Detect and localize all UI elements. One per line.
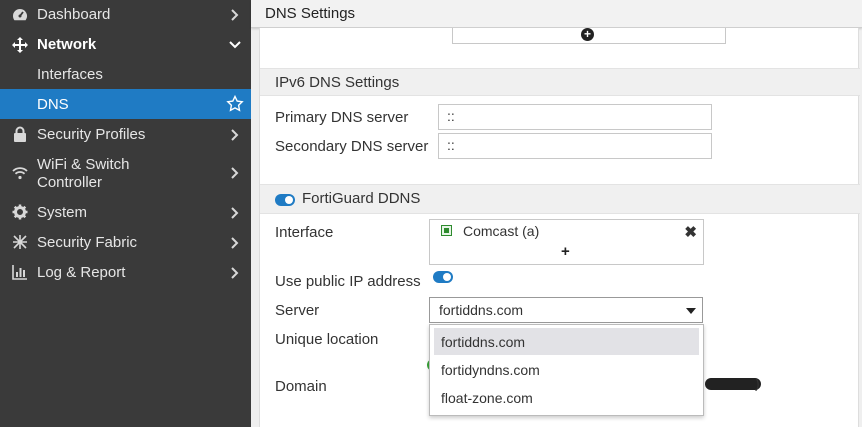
primary-dns-label: Primary DNS server: [275, 109, 409, 126]
chevron-right-icon: [231, 207, 239, 219]
lock-icon: [11, 125, 29, 143]
chart-icon: [11, 263, 29, 281]
sidebar-item-label: Dashboard: [37, 6, 111, 23]
sidebar-item-label: Security Profiles: [37, 126, 146, 143]
secondary-dns-input[interactable]: ::: [438, 133, 712, 159]
primary-dns-input[interactable]: ::: [438, 104, 712, 130]
add-interface-icon[interactable]: +: [561, 243, 570, 260]
remove-interface-icon[interactable]: ✖: [684, 223, 697, 241]
sidebar: Dashboard Network Interfaces DNS Securit…: [0, 0, 251, 427]
sidebar-item-label: System: [37, 204, 88, 221]
server-selected-value: fortiddns.com: [439, 302, 524, 318]
gear-icon: [11, 203, 29, 221]
wifi-icon: [11, 164, 29, 182]
page-title: DNS Settings: [265, 5, 356, 22]
network-icon: [11, 36, 29, 54]
section-title: FortiGuard DDNS: [302, 190, 421, 207]
unique-location-label: Unique location: [275, 331, 379, 348]
use-public-ip-label: Use public IP address: [275, 273, 421, 290]
interface-name: Comcast (a): [463, 223, 540, 239]
settings-panel: + IPv6 DNS Settings Primary DNS server :…: [259, 28, 860, 427]
chevron-right-icon: [231, 267, 239, 279]
sidebar-item-dashboard[interactable]: Dashboard: [0, 0, 251, 29]
sidebar-item-label: DNS: [37, 96, 69, 113]
use-public-ip-toggle[interactable]: [433, 271, 453, 283]
dns-list-box: +: [452, 28, 726, 44]
sidebar-item-dns[interactable]: DNS: [0, 89, 251, 119]
chevron-down-icon: [229, 41, 241, 49]
domain-suffix: ): [755, 375, 760, 391]
chevron-right-icon: [231, 237, 239, 249]
server-dropdown: fortiddns.com fortidyndns.com float-zone…: [429, 324, 704, 416]
sidebar-item-interfaces[interactable]: Interfaces: [0, 59, 251, 89]
interface-label: Interface: [275, 224, 334, 241]
ddns-toggle[interactable]: [275, 194, 295, 206]
sidebar-item-label: Controller: [37, 174, 103, 191]
page-header: DNS Settings: [251, 0, 862, 28]
sidebar-item-label: Network: [37, 36, 97, 53]
dropdown-option[interactable]: float-zone.com: [434, 384, 699, 411]
ipv6-section-header: IPv6 DNS Settings: [260, 68, 860, 96]
sidebar-item-label: Log & Report: [37, 264, 126, 281]
server-label: Server: [275, 302, 320, 319]
sidebar-item-security-profiles[interactable]: Security Profiles: [0, 119, 251, 149]
star-icon[interactable]: [226, 95, 244, 113]
sidebar-item-security-fabric[interactable]: Security Fabric: [0, 227, 251, 257]
fabric-icon: [11, 233, 29, 251]
main-content: DNS Settings + IPv6 DNS Settings Primary…: [251, 0, 862, 427]
dropdown-option[interactable]: fortiddns.com: [434, 328, 699, 355]
dashboard-icon: [11, 6, 29, 24]
interface-port-icon: [441, 225, 452, 236]
sidebar-item-log-report[interactable]: Log & Report: [0, 257, 251, 287]
ddns-section-header: FortiGuard DDNS: [260, 184, 860, 214]
secondary-dns-label: Secondary DNS server: [275, 138, 429, 155]
sidebar-item-network[interactable]: Network: [0, 29, 251, 59]
server-select[interactable]: fortiddns.com: [429, 297, 703, 323]
sidebar-item-label: WiFi & Switch: [37, 156, 130, 173]
interface-field[interactable]: Comcast (a) ✖ +: [429, 219, 704, 265]
sidebar-item-wifi-switch-controller[interactable]: WiFi & Switch Controller: [0, 149, 251, 197]
chevron-right-icon: [231, 129, 239, 141]
sidebar-item-label: Interfaces: [37, 66, 103, 83]
domain-label: Domain: [275, 378, 327, 395]
dropdown-option[interactable]: fortidyndns.com: [434, 356, 699, 383]
chevron-right-icon: [231, 167, 239, 179]
section-title: IPv6 DNS Settings: [275, 74, 400, 91]
add-icon[interactable]: +: [581, 28, 594, 41]
chevron-right-icon: [231, 9, 239, 21]
sidebar-item-label: Security Fabric: [37, 234, 138, 251]
sidebar-item-system[interactable]: System: [0, 197, 251, 227]
redacted-domain: [705, 378, 761, 390]
caret-down-icon: [686, 308, 696, 314]
